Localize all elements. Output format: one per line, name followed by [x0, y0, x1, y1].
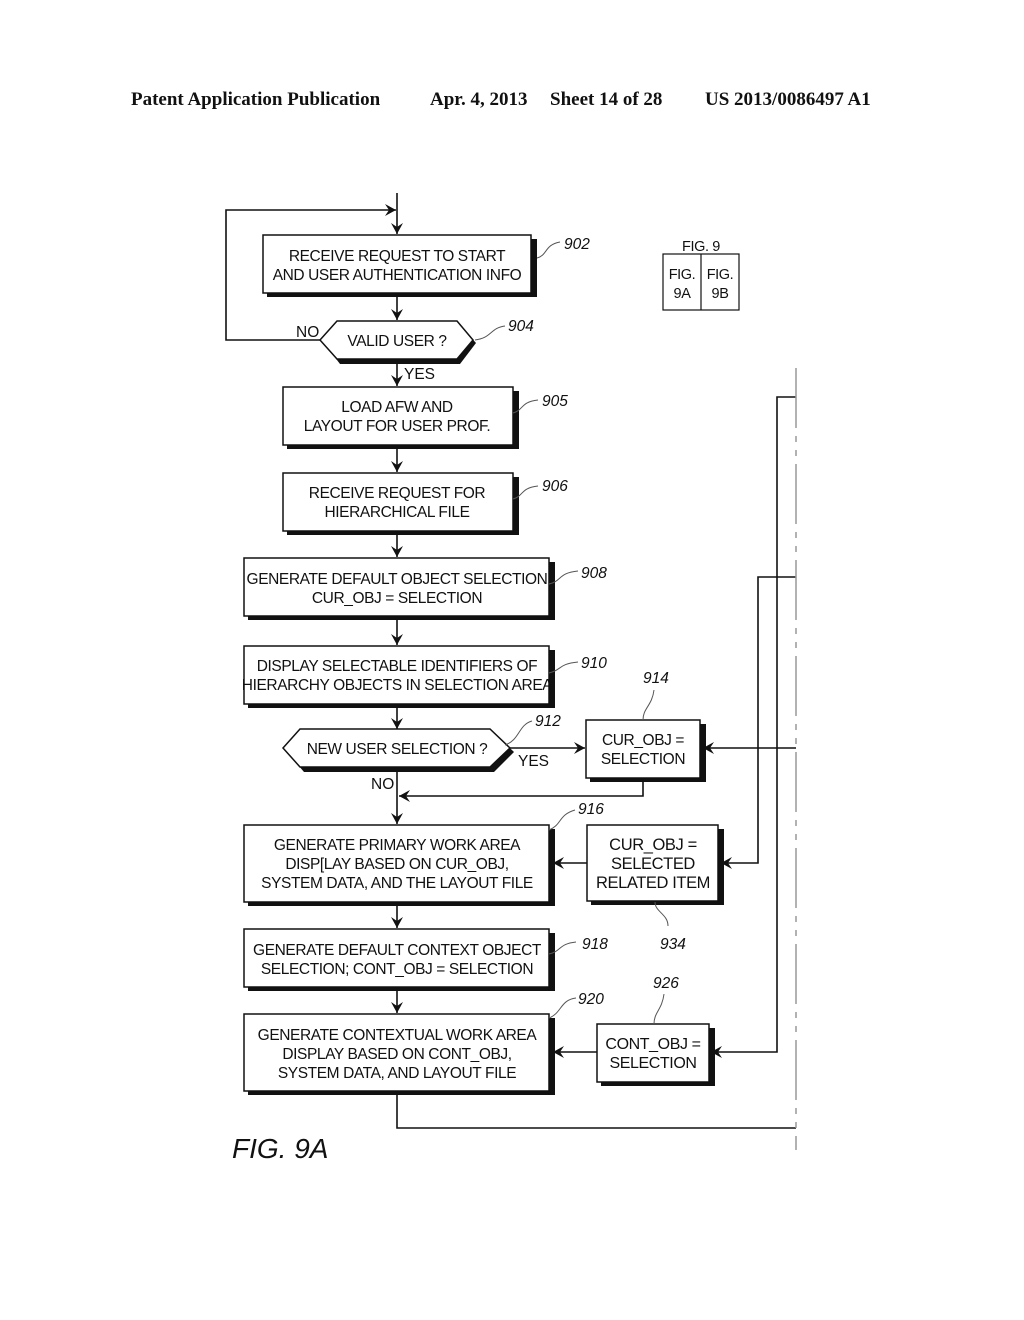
arrow-9b-934 [721, 576, 796, 869]
step-920-line2: DISPLAY BASED ON CONT_OBJ, [282, 1046, 511, 1063]
decision-912-text: NEW USER SELECTION ? [307, 741, 488, 758]
step-908: GENERATE DEFAULT OBJECT SELECTION CUR_OB… [243, 557, 555, 620]
label-912-no: NO [371, 776, 394, 793]
step-905-line2: LAYOUT FOR USER PROF. [304, 418, 491, 435]
step-910-line1: DISPLAY SELECTABLE IDENTIFIERS OF [257, 658, 538, 675]
ref-914: 914 [643, 670, 669, 687]
ref-916: 916 [578, 801, 604, 818]
figure-key-left-line2: 9A [674, 286, 692, 302]
step-926: CONT_OBJ = SELECTION [596, 1023, 715, 1086]
step-934: CUR_OBJ = SELECTED RELATED ITEM [586, 824, 724, 905]
step-934-line3: RELATED ITEM [596, 874, 710, 892]
step-920-line3: SYSTEM DATA, AND LAYOUT FILE [278, 1065, 516, 1082]
step-918-line2: SELECTION; CONT_OBJ = SELECTION [261, 961, 533, 978]
ref-904: 904 [508, 318, 534, 335]
step-918: GENERATE DEFAULT CONTEXT OBJECT SELECTIO… [243, 928, 555, 991]
figure-key: FIG. 9 FIG. 9A FIG. 9B [662, 239, 740, 311]
step-918-line1: GENERATE DEFAULT CONTEXT OBJECT [253, 942, 542, 959]
flowchart: RECEIVE REQUEST TO START AND USER AUTHEN… [225, 193, 797, 1164]
step-920-line1: GENERATE CONTEXTUAL WORK AREA [258, 1027, 538, 1044]
step-908-line2: CUR_OBJ = SELECTION [312, 590, 482, 607]
ref-910: 910 [581, 655, 607, 672]
step-934-line1: CUR_OBJ = [609, 836, 697, 854]
ref-934: 934 [660, 936, 686, 953]
step-910-line2: HIERARCHY OBJECTS IN SELECTION AREA [242, 677, 553, 694]
ref-926: 926 [653, 975, 679, 992]
step-905-line1: LOAD AFW AND [341, 399, 453, 416]
step-916: GENERATE PRIMARY WORK AREA DISP[LAY BASE… [243, 824, 555, 906]
step-902-line1: RECEIVE REQUEST TO START [289, 248, 506, 265]
step-914-line2: SELECTION [601, 751, 685, 768]
step-926-line2: SELECTION [609, 1055, 696, 1072]
ref-920: 920 [578, 991, 604, 1008]
figure-key-right-line1: FIG. [707, 267, 734, 283]
step-934-line2: SELECTED [611, 855, 695, 873]
ref-918: 918 [582, 936, 608, 953]
step-902-line2: AND USER AUTHENTICATION INFO [273, 267, 522, 284]
step-906-line1: RECEIVE REQUEST FOR [309, 485, 486, 502]
label-912-yes: YES [518, 753, 549, 770]
step-905: LOAD AFW AND LAYOUT FOR USER PROF. [282, 386, 519, 449]
step-908-line1: GENERATE DEFAULT OBJECT SELECTION [247, 571, 548, 588]
ref-906: 906 [542, 478, 568, 495]
step-906: RECEIVE REQUEST FOR HIERARCHICAL FILE [282, 472, 519, 535]
decision-912: NEW USER SELECTION ? [281, 728, 514, 772]
step-926-line1: CONT_OBJ = [605, 1036, 700, 1053]
decision-904: VALID USER ? [318, 320, 476, 364]
step-916-line1: GENERATE PRIMARY WORK AREA [274, 837, 521, 854]
label-904-yes: YES [404, 366, 435, 383]
step-914: CUR_OBJ = SELECTION [585, 719, 706, 782]
reference-leaders [474, 241, 669, 1025]
step-906-line2: HIERARCHICAL FILE [324, 504, 469, 521]
figure-label: FIG. 9A [232, 1133, 328, 1164]
decision-904-text: VALID USER ? [347, 333, 447, 350]
figure-key-title: FIG. 9 [682, 239, 720, 255]
ref-908: 908 [581, 565, 607, 582]
figure-key-right-line2: 9B [712, 286, 729, 302]
arrow-9b-926 [711, 396, 796, 1058]
label-904-no: NO [296, 324, 319, 341]
step-920: GENERATE CONTEXTUAL WORK AREA DISPLAY BA… [243, 1013, 555, 1095]
ref-905: 905 [542, 393, 568, 410]
step-916-line2: DISP[LAY BASED ON CUR_OBJ, [285, 856, 508, 873]
figure-key-left-line1: FIG. [669, 267, 696, 283]
step-914-line1: CUR_OBJ = [602, 732, 684, 749]
step-902: RECEIVE REQUEST TO START AND USER AUTHEN… [262, 234, 537, 297]
step-910: DISPLAY SELECTABLE IDENTIFIERS OF HIERAR… [242, 645, 555, 708]
ref-902: 902 [564, 236, 590, 253]
ref-912: 912 [535, 713, 561, 730]
step-916-line3: SYSTEM DATA, AND THE LAYOUT FILE [261, 875, 533, 892]
line-920-exit [396, 1092, 796, 1129]
